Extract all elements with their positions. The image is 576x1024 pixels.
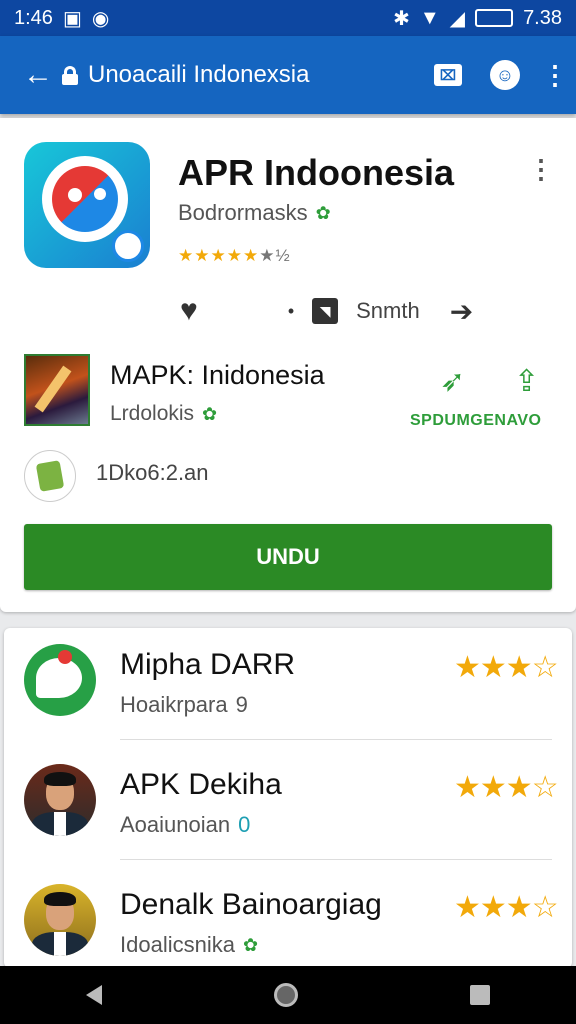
star-half-icon: ☆ bbox=[531, 891, 559, 924]
app-developer[interactable]: Bodrormasks ✿ bbox=[178, 200, 331, 226]
verified-leaf-icon: ✿ bbox=[202, 403, 218, 424]
bluetooth-icon: ✱ bbox=[393, 7, 410, 30]
list-item[interactable]: Mipha DARR Hoaikrpara 9 ★★★☆ bbox=[4, 628, 572, 746]
card-more-icon[interactable]: ⋮ bbox=[528, 154, 554, 185]
status-bar: 1:46 ▣ ◉ ✱ ▼ ◢ 7.38 bbox=[0, 0, 576, 36]
person-avatar bbox=[24, 884, 96, 956]
app-rating-stars: ★★★★★★½ bbox=[178, 246, 291, 266]
star-half-icon: ☆ bbox=[531, 651, 559, 684]
tabs-icon[interactable]: ⌧ bbox=[434, 64, 462, 86]
list-item-title: Denalk Bainoargiag bbox=[120, 888, 382, 921]
app-title: APR Indoonesia bbox=[178, 152, 455, 193]
stars-filled: ★★★ bbox=[454, 771, 533, 804]
list-item-subtitle: Aoaiunoian 0 bbox=[120, 812, 250, 838]
related-apps-card: Mipha DARR Hoaikrpara 9 ★★★☆ APK Dekiha … bbox=[4, 628, 572, 968]
heart-icon[interactable]: ♥ bbox=[180, 294, 198, 328]
battery-icon bbox=[475, 9, 514, 27]
app-action-row: ♥ • ◥ Snmth ➔ bbox=[180, 294, 473, 328]
size-info: 1Dko6:2.an bbox=[96, 460, 209, 485]
divider bbox=[120, 739, 552, 740]
url-title: Unoacaili Indonexsia bbox=[88, 61, 310, 88]
stars-filled: ★★★ bbox=[454, 651, 533, 684]
bullet-icon: • bbox=[287, 300, 295, 321]
app-developer-label: Bodrormasks bbox=[178, 200, 308, 225]
person-avatar bbox=[24, 764, 96, 836]
download-button[interactable]: UNDU bbox=[24, 524, 552, 590]
back-arrow-icon[interactable]: ← bbox=[14, 58, 62, 92]
rating-stars-filled: ★★★★★ bbox=[178, 246, 260, 265]
status-time-left: 1:46 bbox=[14, 6, 53, 29]
sub-app-title[interactable]: MAPK: Inidonesia bbox=[110, 360, 325, 391]
size-icon bbox=[24, 450, 76, 502]
list-item-stars: ★★★☆ bbox=[454, 890, 559, 925]
list-item-title: APK Dekiha bbox=[120, 768, 282, 801]
stars-filled: ★★★ bbox=[454, 891, 533, 924]
url-bar[interactable]: Unoacaili Indonexsia bbox=[62, 61, 434, 89]
sub-app-developer-label: Lrdolokis bbox=[110, 402, 195, 425]
system-nav-bar bbox=[0, 966, 576, 1024]
image-icon: ▣ bbox=[62, 7, 82, 30]
action-label[interactable]: Snmth bbox=[356, 298, 420, 324]
sync-icon: ◉ bbox=[91, 7, 110, 30]
verified-leaf-icon: ✿ bbox=[242, 934, 259, 955]
list-item[interactable]: APK Dekiha Aoaiunoian 0 ★★★☆ bbox=[4, 748, 572, 866]
signal-icon: ◢ bbox=[449, 7, 466, 30]
app-avatar bbox=[24, 644, 96, 716]
wifi-icon: ▼ bbox=[419, 6, 440, 29]
list-item-subtitle-text: Idoalicsnika bbox=[120, 932, 235, 957]
star-half-icon: ☆ bbox=[531, 771, 559, 804]
verified-leaf-icon: ✿ bbox=[315, 202, 331, 223]
sub-app-developer: Lrdolokis ✿ bbox=[110, 402, 217, 426]
rating-stars-tail: ★½ bbox=[259, 246, 291, 265]
thumbs-up-icon[interactable]: ⇪ bbox=[514, 364, 539, 399]
app-bar: ← Unoacaili Indonexsia ⌧ ☺ ⋮ bbox=[0, 36, 576, 114]
list-item-suffix: 0 bbox=[238, 812, 251, 837]
lock-icon bbox=[62, 66, 78, 85]
divider bbox=[120, 859, 552, 860]
share-arrow-icon[interactable]: ➔ bbox=[450, 295, 473, 328]
status-time-right: 7.38 bbox=[523, 6, 562, 29]
list-item-stars: ★★★☆ bbox=[454, 650, 559, 685]
list-item-subtitle: Hoaikrpara 9 bbox=[120, 692, 248, 718]
nav-recents-icon[interactable] bbox=[470, 985, 490, 1005]
more-vert-icon[interactable]: ⋮ bbox=[542, 60, 568, 91]
list-item-stars: ★★★☆ bbox=[454, 770, 559, 805]
sub-app-tag: SPDUMGENAVO bbox=[410, 412, 542, 429]
list-item-subtitle-text: Hoaikrpara bbox=[120, 692, 228, 717]
list-item-suffix: 9 bbox=[235, 692, 248, 717]
bookmark-icon[interactable]: ◥ bbox=[312, 298, 339, 324]
send-icon[interactable]: ➶ bbox=[440, 364, 465, 399]
account-face-icon[interactable]: ☺ bbox=[490, 60, 520, 90]
app-detail-card: APR Indoonesia ⋮ Bodrormasks ✿ ★★★★★★½ ♥… bbox=[0, 118, 576, 612]
list-item-subtitle: Idoalicsnika ✿ bbox=[120, 932, 258, 958]
nav-home-icon[interactable] bbox=[274, 983, 298, 1007]
list-item-title: Mipha DARR bbox=[120, 648, 296, 681]
list-item-subtitle-text: Aoaiunoian bbox=[120, 812, 231, 837]
app-logo-icon bbox=[24, 142, 150, 268]
nav-back-icon[interactable] bbox=[86, 985, 102, 1005]
sub-app-thumbnail[interactable] bbox=[24, 354, 90, 426]
